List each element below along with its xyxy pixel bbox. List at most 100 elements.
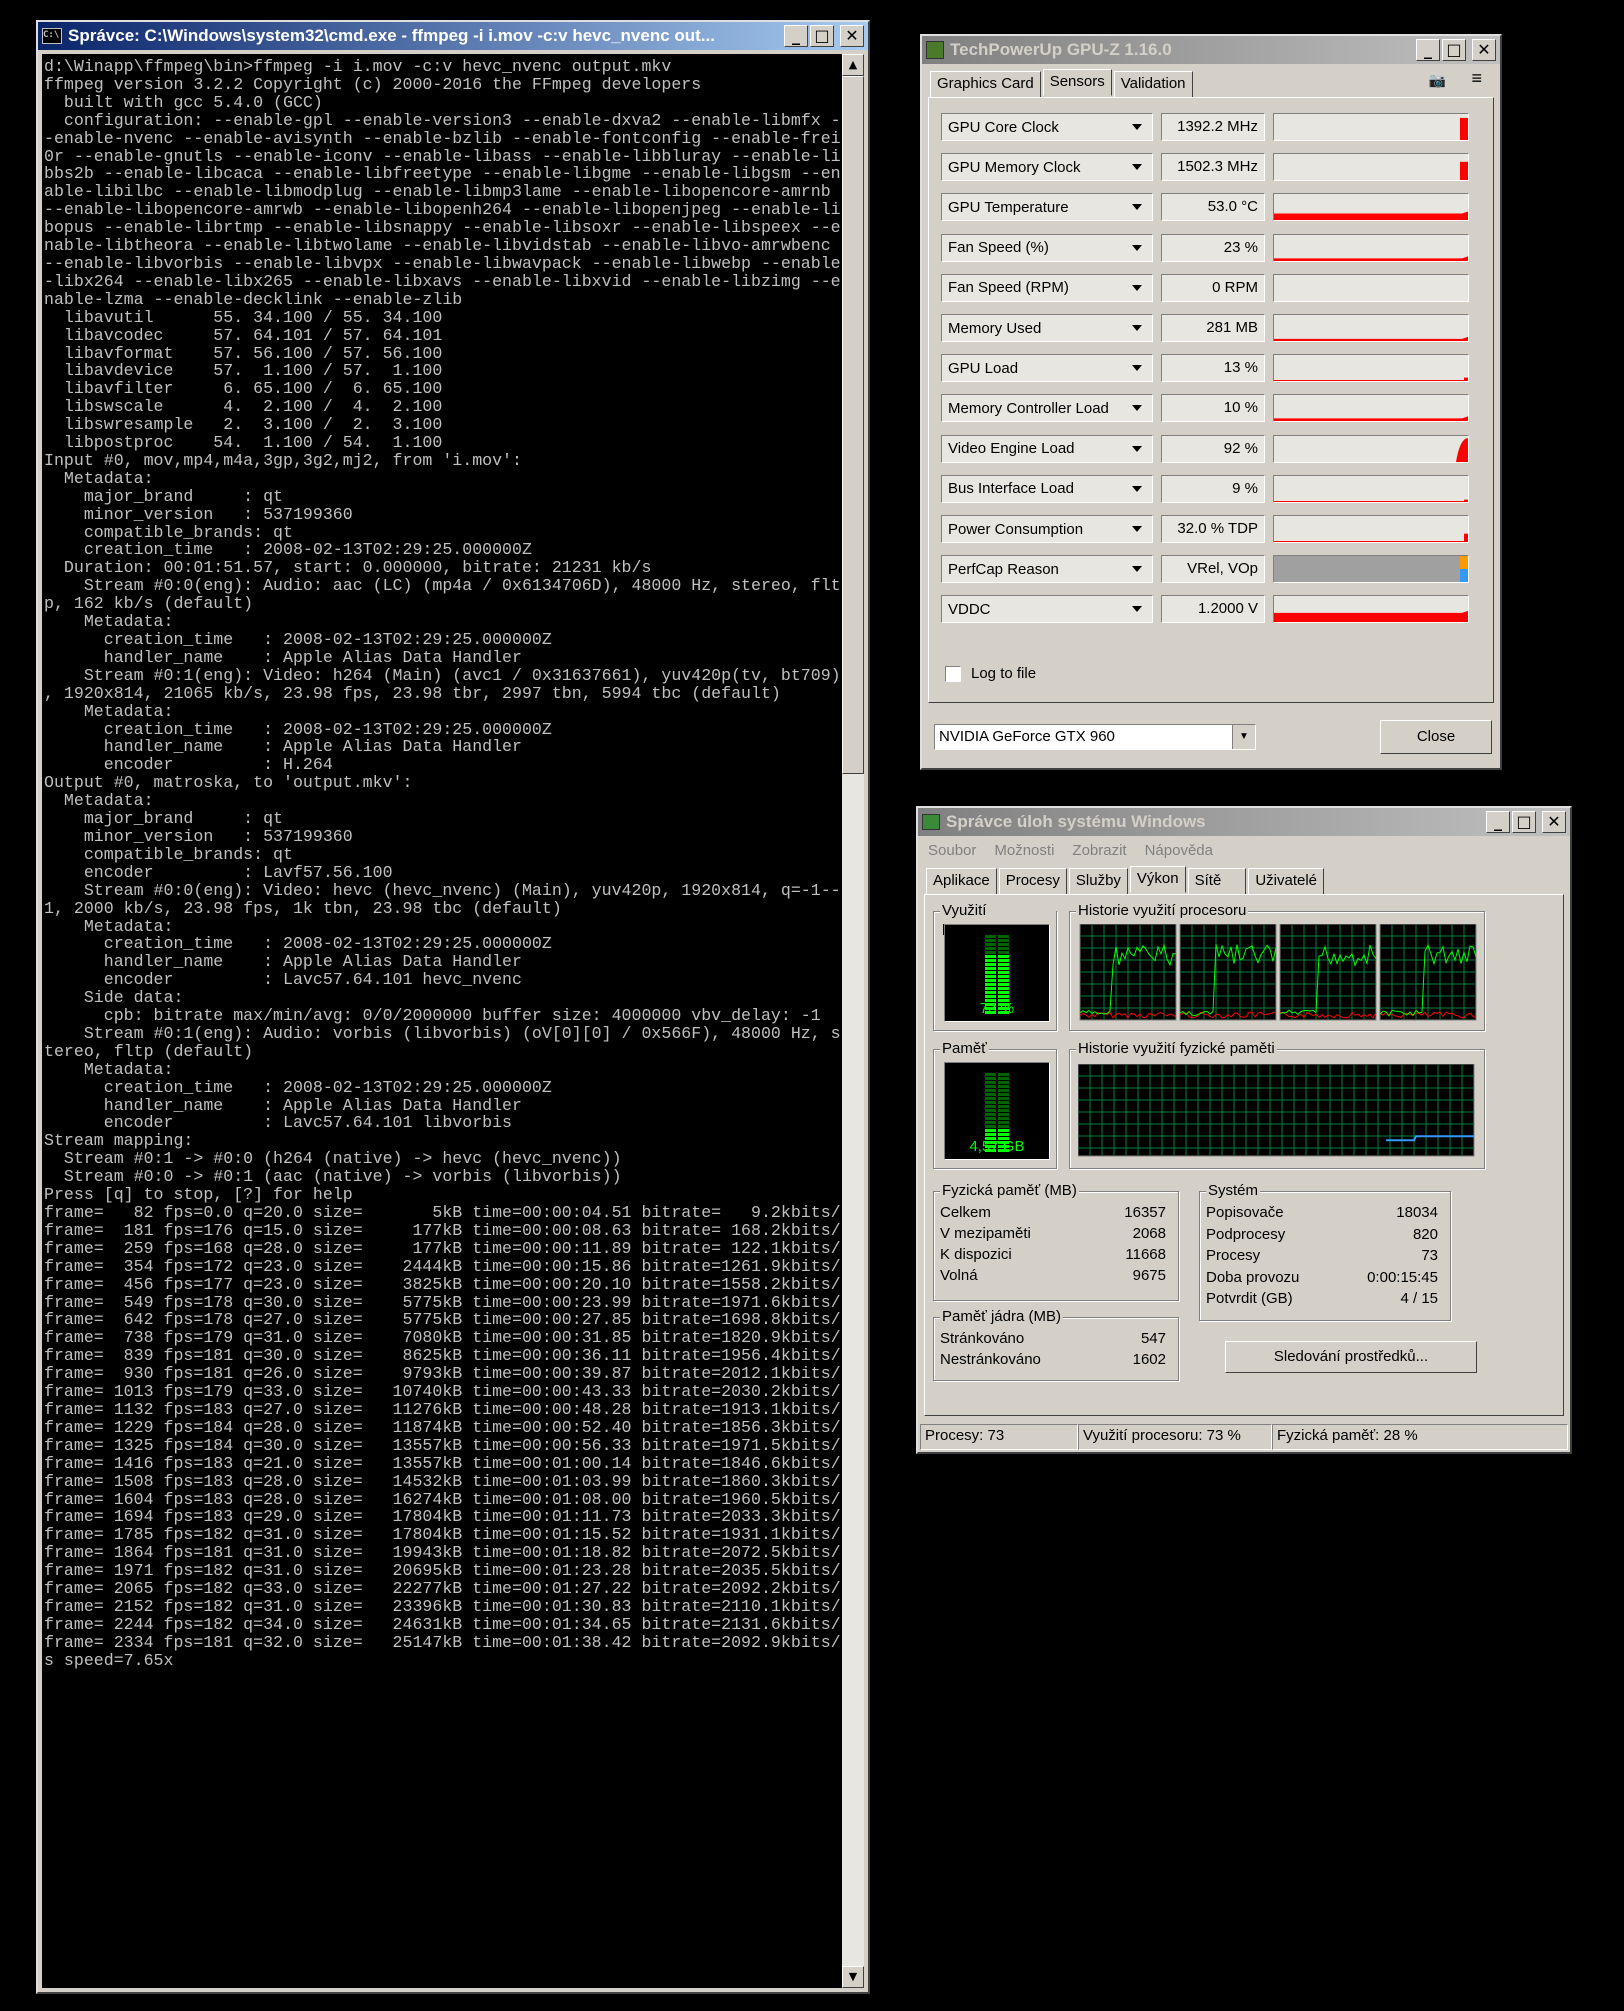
menu-icon[interactable]: ≡ — [1471, 68, 1482, 89]
sensor-name-dropdown[interactable]: Power Consumption — [941, 515, 1153, 543]
memory-meter: 4,57 GB — [944, 1062, 1050, 1160]
scroll-up-button[interactable]: ▲ — [842, 54, 864, 76]
sensor-bar — [1460, 117, 1468, 140]
maximize-button[interactable]: □ — [1512, 811, 1536, 833]
maximize-button[interactable]: □ — [1442, 39, 1466, 61]
gpu-select[interactable]: NVIDIA GeForce GTX 960 ▼ — [934, 724, 1256, 750]
sensor-name-dropdown[interactable]: Bus Interface Load — [941, 474, 1153, 503]
console-output[interactable]: d:\Winapp\ffmpeg\bin>ffmpeg -i i.mov -c:… — [42, 54, 842, 1988]
menu-zobrazit[interactable]: Zobrazit — [1072, 842, 1126, 859]
menu-moznosti[interactable]: Možnosti — [994, 842, 1054, 859]
memory-meter-segment — [998, 1109, 1009, 1112]
chevron-down-icon[interactable]: ▼ — [1232, 725, 1255, 749]
sensor-graph — [1273, 193, 1469, 222]
chevron-down-icon[interactable] — [1132, 284, 1142, 291]
tab-aplikace[interactable]: Aplikace — [926, 868, 997, 895]
sensor-baseline — [1274, 380, 1468, 382]
sensor-bar — [1464, 377, 1468, 382]
chevron-down-icon[interactable] — [1132, 325, 1142, 331]
tab-procesy[interactable]: Procesy — [998, 868, 1067, 895]
stat-row: Procesy 73 — [1206, 1247, 1438, 1264]
sensor-name-dropdown[interactable]: VDDC — [941, 595, 1153, 624]
chevron-down-icon[interactable] — [1132, 526, 1142, 532]
scroll-thumb[interactable] — [842, 76, 864, 774]
memory-meter-segment — [998, 1105, 1009, 1108]
minimize-button[interactable]: _ — [1416, 39, 1440, 61]
sensor-baseline — [1274, 541, 1468, 542]
task-manager-window[interactable]: Správce úloh systému Windows _ □ ✕ Soubo… — [916, 806, 1572, 1454]
log-to-file-checkbox[interactable] — [945, 666, 961, 682]
tab-sluzby[interactable]: Služby — [1068, 868, 1128, 895]
tab-validation[interactable]: Validation — [1113, 71, 1193, 98]
memory-meter-segment — [998, 1097, 1009, 1100]
minimize-button[interactable]: _ — [784, 25, 808, 47]
chevron-down-icon[interactable] — [1132, 566, 1142, 573]
cpu-meter-segment — [998, 967, 1009, 970]
stat-value: 820 — [1412, 1225, 1438, 1243]
cpu-history-graphs — [1079, 924, 1477, 1021]
cpu-meter-segment — [985, 959, 996, 962]
cmd-titlebar[interactable]: C:\ Správce: C:\Windows\system32\cmd.exe… — [38, 22, 868, 50]
taskmgr-titlebar[interactable]: Správce úloh systému Windows _ □ ✕ — [918, 808, 1570, 836]
stat-row: Potvrdit (GB) 4 / 15 — [1206, 1290, 1438, 1307]
maximize-button[interactable]: □ — [810, 25, 834, 47]
cpu-meter-segment — [998, 935, 1009, 938]
sensor-name-dropdown[interactable]: GPU Temperature — [941, 193, 1153, 222]
perfcap-vop — [1460, 569, 1468, 583]
scroll-down-button[interactable]: ▼ — [842, 1966, 864, 1988]
vertical-scrollbar[interactable]: ▲ ▼ — [842, 54, 864, 1988]
sensor-graph — [1273, 555, 1469, 584]
tab-vykon[interactable]: Výkon — [1129, 866, 1186, 893]
tab-site[interactable]: Sítě — [1187, 868, 1247, 895]
chevron-down-icon[interactable] — [1132, 124, 1142, 130]
chevron-down-icon[interactable] — [1132, 365, 1142, 372]
close-button[interactable]: ✕ — [1472, 39, 1496, 61]
tab-uzivatele[interactable]: Uživatelé — [1248, 868, 1325, 895]
sensor-name-dropdown[interactable]: Video Engine Load — [941, 434, 1153, 463]
cpu-meter-segment — [998, 955, 1009, 958]
camera-icon[interactable]: 📷 — [1429, 72, 1446, 89]
close-button[interactable]: ✕ — [840, 25, 864, 47]
gpuz-titlebar[interactable]: TechPowerUp GPU-Z 1.16.0 _ □ ✕ — [922, 36, 1500, 64]
minimize-button[interactable]: _ — [1486, 811, 1510, 833]
tab-graphics-card[interactable]: Graphics Card — [930, 71, 1041, 98]
sensor-name-dropdown[interactable]: Memory Used — [941, 314, 1153, 342]
sensor-name: PerfCap Reason — [948, 560, 1059, 578]
close-dialog-button[interactable]: Close — [1380, 720, 1492, 754]
chevron-down-icon[interactable] — [1132, 164, 1142, 171]
chevron-down-icon[interactable] — [1132, 204, 1142, 211]
close-button[interactable]: ✕ — [1542, 811, 1566, 833]
sensor-name-dropdown[interactable]: PerfCap Reason — [941, 555, 1153, 584]
status-cpu: Využití procesoru: 73 % — [1078, 1424, 1272, 1450]
resource-monitor-button[interactable]: Sledování prostředků... — [1225, 1341, 1477, 1373]
chevron-down-icon[interactable] — [1132, 485, 1142, 492]
sensor-value: 281 MB — [1161, 314, 1265, 342]
cpu-meter-segment — [998, 947, 1009, 950]
stat-value: 4 / 15 — [1400, 1290, 1438, 1307]
sensor-name-dropdown[interactable]: GPU Core Clock — [941, 113, 1153, 141]
cmd-window[interactable]: C:\ Správce: C:\Windows\system32\cmd.exe… — [36, 20, 870, 1994]
sensor-name-dropdown[interactable]: Fan Speed (%) — [941, 233, 1153, 262]
chevron-down-icon[interactable] — [1132, 606, 1142, 613]
memory-meter-segment — [985, 1133, 996, 1136]
tab-sensors[interactable]: Sensors — [1042, 69, 1112, 96]
sensor-name-dropdown[interactable]: Fan Speed (RPM) — [941, 273, 1153, 302]
sensor-name: Power Consumption — [948, 520, 1084, 538]
chevron-down-icon[interactable] — [1132, 405, 1142, 412]
menu-napoveda[interactable]: Nápověda — [1145, 842, 1213, 859]
sensor-graph — [1273, 153, 1469, 182]
sensor-graph — [1273, 434, 1469, 463]
cpu-history-group: Historie využití procesoru — [1069, 902, 1485, 1031]
kernel-memory-label: Paměť jádra (MB) — [940, 1308, 1063, 1325]
sensor-name-dropdown[interactable]: Memory Controller Load — [941, 394, 1153, 423]
sensor-name: Bus Interface Load — [948, 480, 1074, 498]
menu-soubor[interactable]: Soubor — [928, 842, 976, 859]
gpuz-window[interactable]: TechPowerUp GPU-Z 1.16.0 _ □ ✕ Graphics … — [920, 34, 1502, 770]
cpu-meter-segment — [985, 971, 996, 974]
sensor-graph — [1273, 474, 1469, 503]
chevron-down-icon[interactable] — [1132, 244, 1142, 251]
chevron-down-icon[interactable] — [1132, 445, 1142, 452]
sensor-name-dropdown[interactable]: GPU Memory Clock — [941, 153, 1153, 182]
sensor-name-dropdown[interactable]: GPU Load — [941, 354, 1153, 383]
system-group: Systém Popisovače 18034 Podprocesy 820 Proce… — [1199, 1182, 1451, 1321]
